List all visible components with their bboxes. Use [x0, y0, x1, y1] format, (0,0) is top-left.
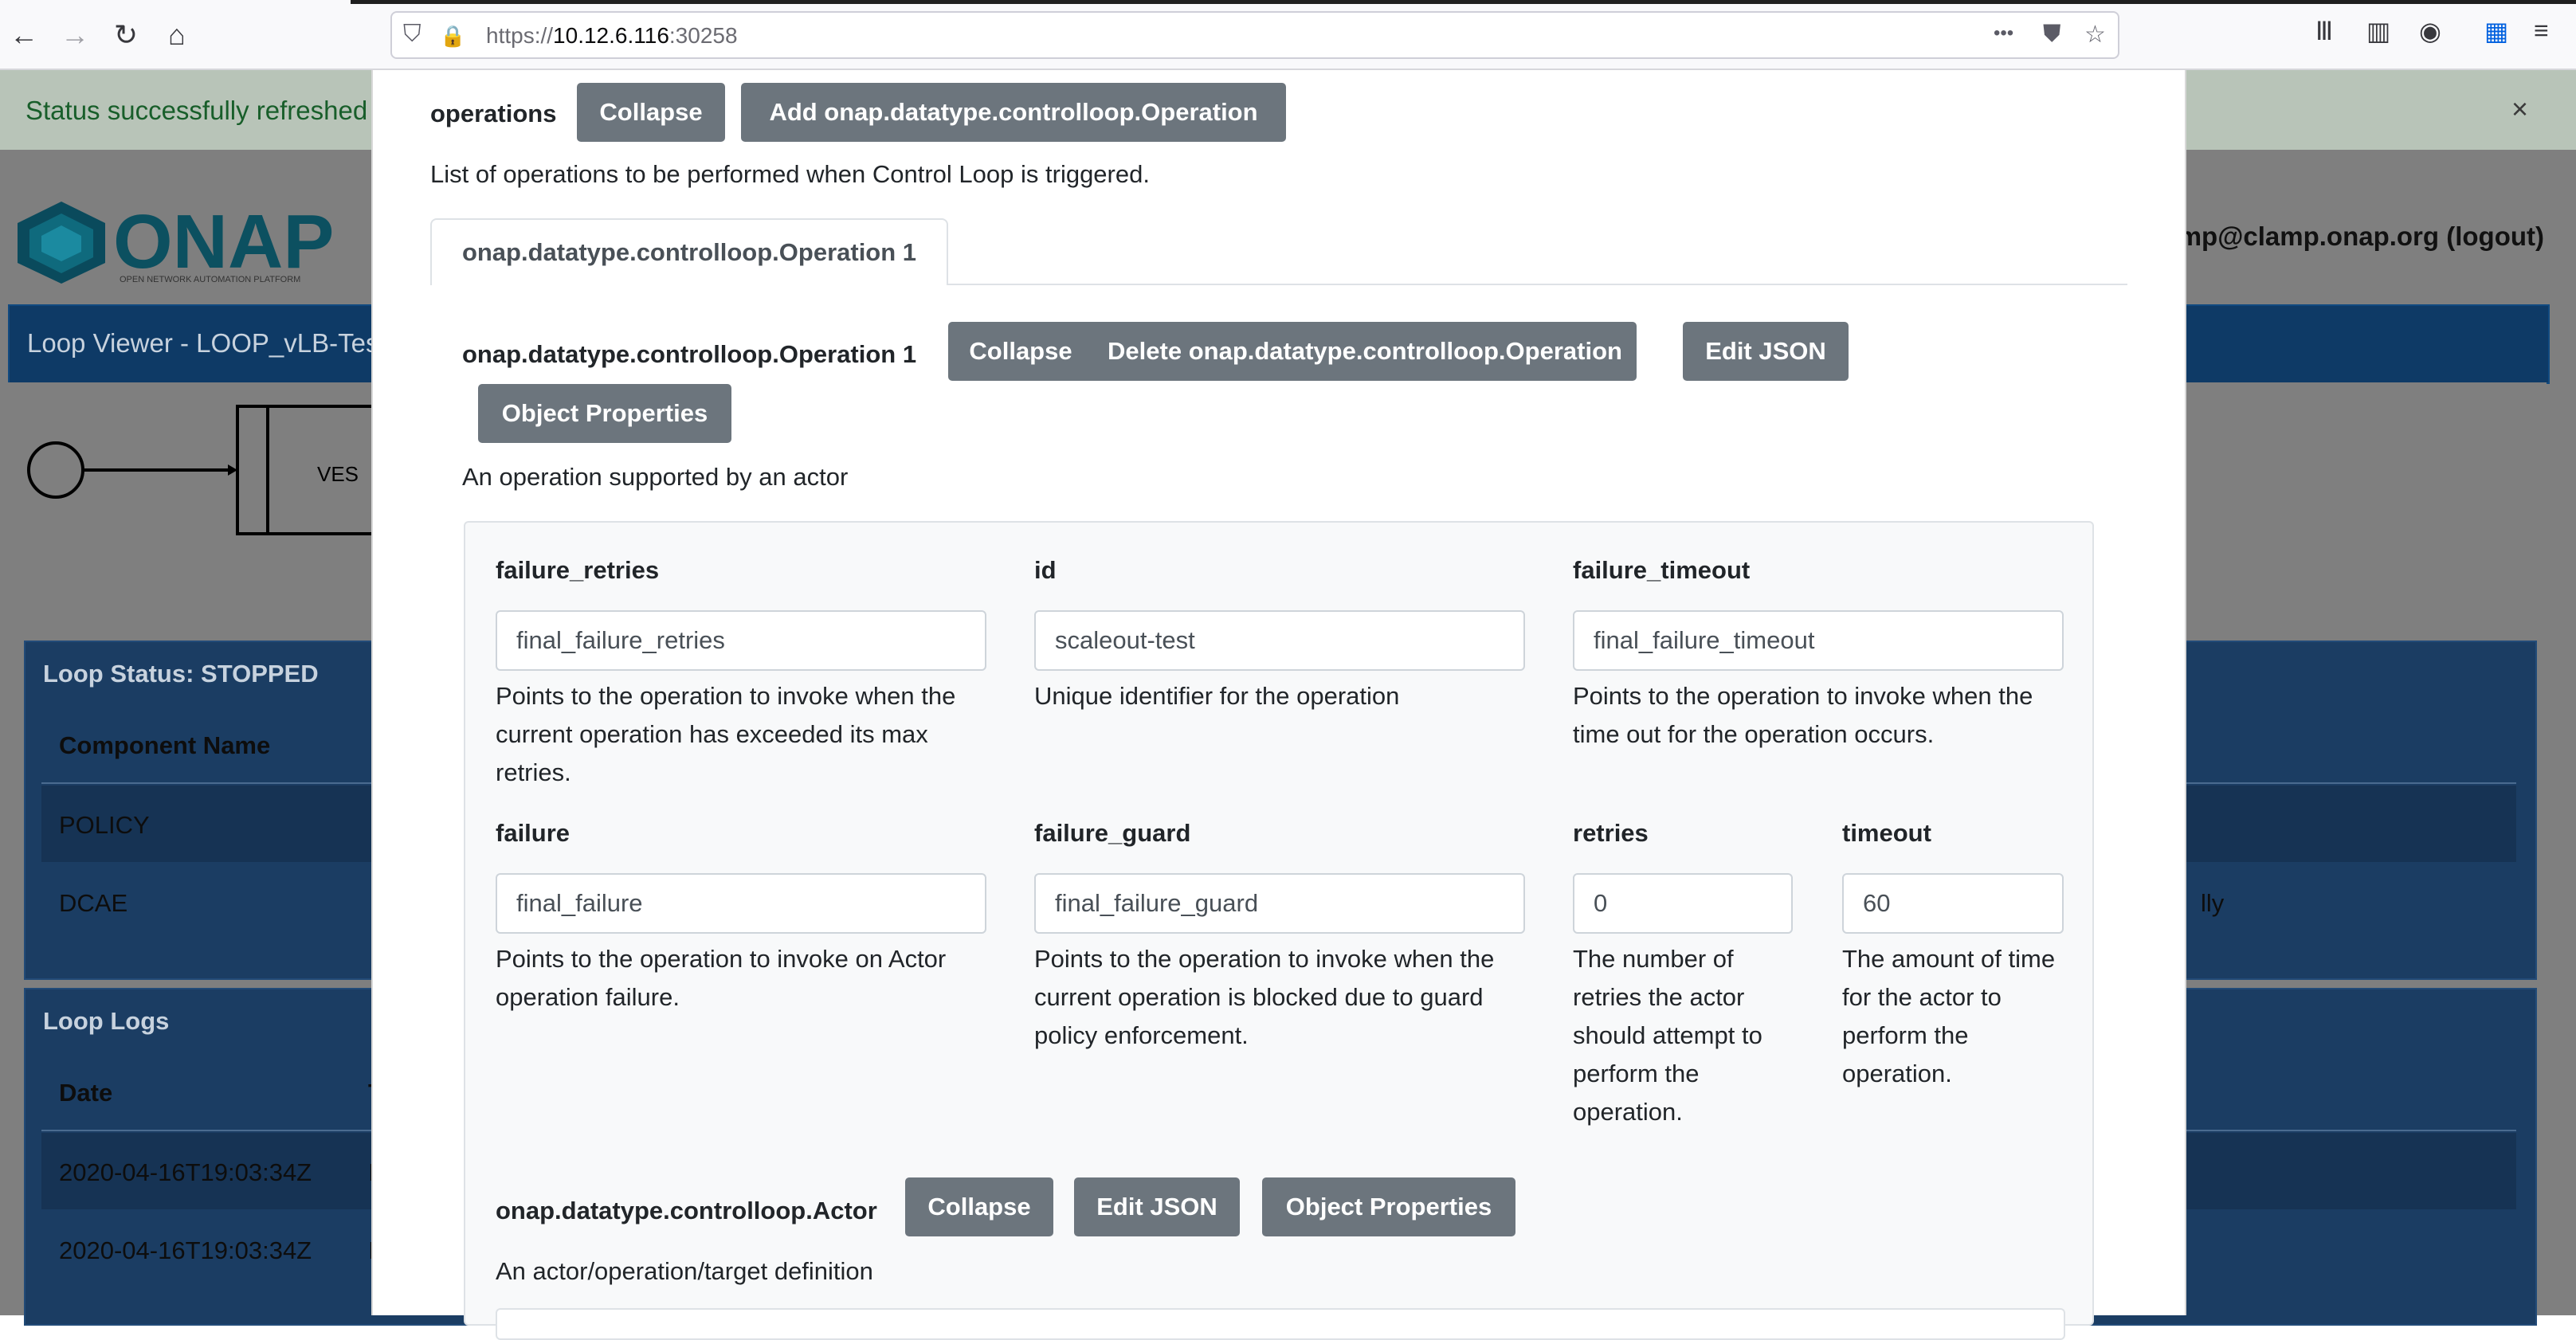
actor-collapse-button[interactable]: Collapse	[905, 1177, 1053, 1236]
onap-logo-mark: ONAP OPEN NETWORK AUTOMATION PLATFORM	[18, 199, 334, 284]
menu-icon[interactable]: ≡	[2534, 16, 2549, 45]
retries-help: The number of retries the actor should a…	[1573, 945, 1762, 1126]
home-icon[interactable]: ⌂	[155, 13, 199, 57]
actor-properties-card	[496, 1308, 2065, 1340]
reload-icon[interactable]: ↻	[104, 13, 148, 57]
operation-collapse-button[interactable]: Collapse	[948, 322, 1093, 381]
library-icon[interactable]: Ⅲ	[2315, 16, 2333, 46]
component-name-header: Component Name	[59, 731, 271, 759]
forward-icon[interactable]: →	[53, 13, 97, 57]
log-date: 2020-04-16T19:03:34Z	[59, 1158, 312, 1186]
sidebar-icon[interactable]: ▥	[2366, 16, 2390, 46]
failure-retries-help: Points to the operation to invoke when t…	[496, 682, 956, 786]
url-scheme: https://	[486, 23, 554, 48]
alert-message: Status successfully refreshed	[25, 96, 368, 125]
failure-label: failure	[496, 819, 570, 847]
failure-retries-input[interactable]	[496, 610, 986, 671]
failure-guard-input[interactable]	[1034, 873, 1525, 934]
logs-date-header: Date	[59, 1079, 113, 1107]
actor-title: onap.datatype.controlloop.Actor	[496, 1197, 877, 1224]
failure-timeout-input[interactable]	[1573, 610, 2064, 671]
add-operation-button[interactable]: Add onap.datatype.controlloop.Operation	[741, 83, 1286, 142]
url-text[interactable]: https://10.12.6.116:30258	[486, 23, 738, 49]
operations-label: operations	[430, 100, 557, 127]
extensions-icon[interactable]: ▦	[2484, 16, 2508, 46]
id-label: id	[1034, 556, 1057, 584]
back-icon[interactable]: ←	[2, 13, 46, 57]
bookmark-star-icon[interactable]: ☆	[2084, 21, 2106, 49]
loop-viewer-title: Loop Viewer - LOOP_vLB-Test	[27, 328, 386, 358]
browser-toolbar: ← → ↻ ⌂ ⛉ 🔒 https://10.12.6.116:30258 ••…	[0, 0, 2576, 70]
loop-status-title: Loop Status: STOPPED	[43, 660, 319, 688]
actor-edit-json-button[interactable]: Edit JSON	[1074, 1177, 1240, 1236]
onap-logo: ONAP OPEN NETWORK AUTOMATION PLATFORM	[18, 198, 384, 289]
failure-timeout-help: Points to the operation to invoke when t…	[1573, 682, 2033, 748]
id-help: Unique identifier for the operation	[1034, 682, 1400, 710]
status-row-name: DCAE	[59, 889, 128, 917]
account-icon[interactable]: ◉	[2419, 16, 2441, 46]
pocket-icon[interactable]: ⛊	[2043, 21, 2061, 48]
retries-input[interactable]	[1573, 873, 1793, 934]
tab-strip-edge	[351, 0, 2576, 4]
operation-object-properties-button[interactable]: Object Properties	[478, 384, 731, 443]
log-date: 2020-04-16T19:03:34Z	[59, 1236, 312, 1264]
timeout-help: The amount of time for the actor to perf…	[1842, 945, 2056, 1087]
ves-node-label: VES	[317, 462, 359, 486]
retries-label: retries	[1573, 819, 1649, 847]
operation-edit-json-button[interactable]: Edit JSON	[1683, 322, 1849, 381]
failure-help: Points to the operation to invoke on Act…	[496, 945, 947, 1011]
shield-icon[interactable]: ⛉	[403, 21, 421, 48]
failure-retries-label: failure_retries	[496, 556, 660, 584]
id-input[interactable]	[1034, 610, 1525, 671]
failure-guard-label: failure_guard	[1034, 819, 1191, 847]
failure-input[interactable]	[496, 873, 986, 934]
loop-logs-title: Loop Logs	[43, 1007, 170, 1035]
logo-wordmark: ONAP	[113, 199, 334, 284]
operation-title: onap.datatype.controlloop.Operation 1	[462, 340, 917, 368]
alert-close-icon[interactable]: ×	[2511, 92, 2528, 126]
url-host: 10.12.6.116	[553, 23, 669, 48]
actor-object-properties-button[interactable]: Object Properties	[1262, 1177, 1515, 1236]
status-row-tail: lly	[2201, 889, 2225, 917]
operation-properties-card: failure_retries Points to the operation …	[464, 521, 2094, 1340]
operations-collapse-button[interactable]: Collapse	[577, 83, 725, 142]
tab-operation-1[interactable]: onap.datatype.controlloop.Operation 1	[430, 218, 948, 285]
start-node	[27, 441, 84, 499]
page-actions-icon[interactable]: •••	[1994, 22, 2013, 45]
policy-editor-modal: operations Collapse Add onap.datatype.co…	[371, 70, 2186, 1340]
insecure-lock-icon[interactable]: 🔒	[440, 24, 465, 49]
url-port: :30258	[669, 23, 738, 48]
logo-subtitle: OPEN NETWORK AUTOMATION PLATFORM	[120, 275, 300, 284]
operations-description: List of operations to be performed when …	[430, 160, 1150, 188]
delete-operation-button[interactable]: Delete onap.datatype.controlloop.Operati…	[1093, 322, 1637, 381]
status-row-name: POLICY	[59, 811, 150, 839]
timeout-label: timeout	[1842, 819, 1931, 847]
user-logout-link[interactable]: mp@clamp.onap.org (logout)	[2178, 221, 2544, 252]
failure-timeout-label: failure_timeout	[1573, 556, 1751, 584]
timeout-input[interactable]	[1842, 873, 2064, 934]
failure-guard-help: Points to the operation to invoke when t…	[1034, 945, 1495, 1049]
operation-description: An operation supported by an actor	[462, 463, 849, 491]
address-bar[interactable]: ⛉ 🔒 https://10.12.6.116:30258 ••• ⛊ ☆	[390, 11, 2119, 59]
actor-description: An actor/operation/target definition	[496, 1257, 873, 1285]
